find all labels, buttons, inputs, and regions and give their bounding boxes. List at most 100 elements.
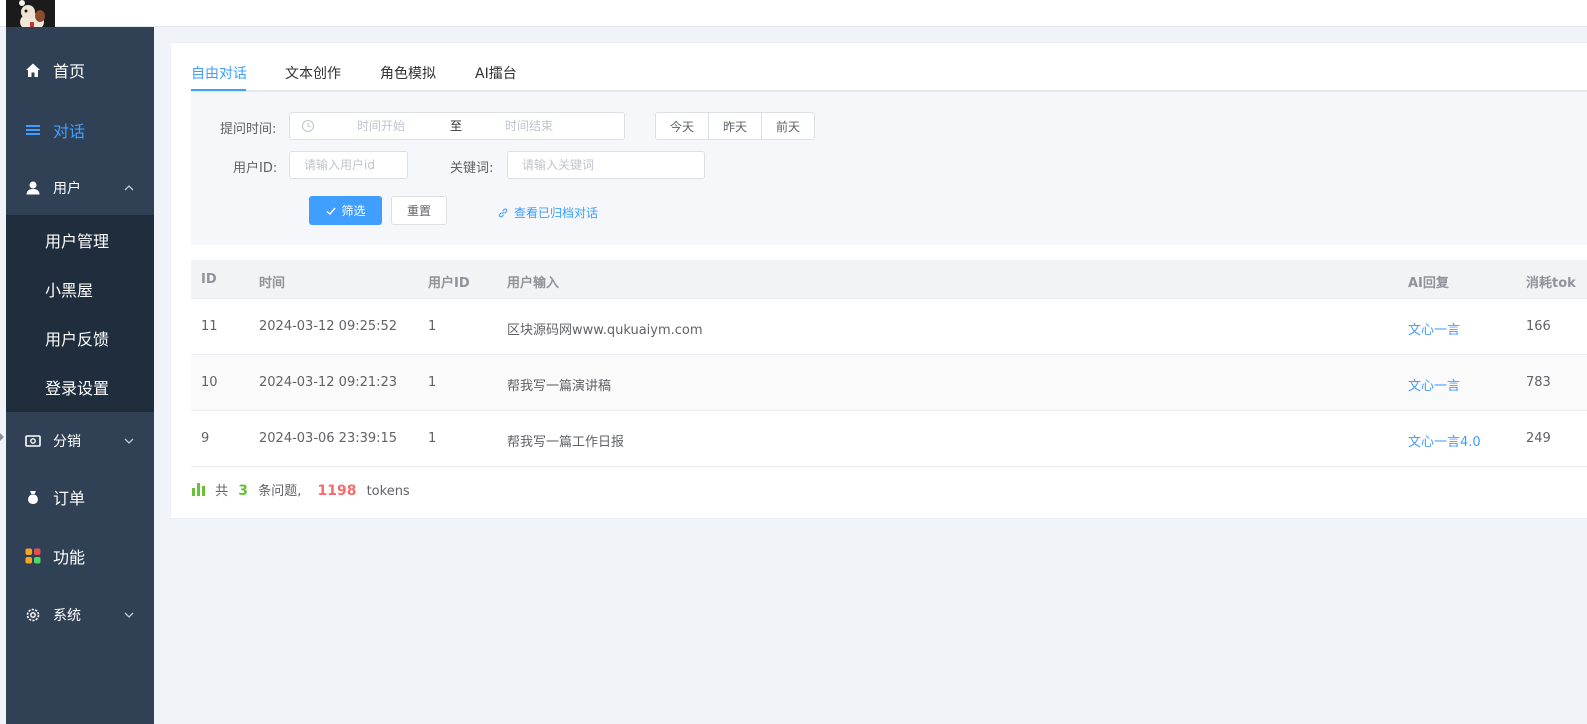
archived-dialog-link[interactable]: 查看已归档对话 xyxy=(497,204,598,221)
cell-time: 2024-03-12 09:21:23 xyxy=(259,375,398,390)
main-card: 自由对话 文本创作 角色模拟 AI擂台 提问时间: 时间开始 至 时间结束 今天… xyxy=(170,42,1587,519)
user-submenu: 用户管理 小黑屋 用户反馈 登录设置 xyxy=(6,215,154,412)
archived-link-label: 查看已归档对话 xyxy=(514,206,599,220)
token-total: 1198 xyxy=(317,483,357,499)
sidebar-item-dialog[interactable]: 对话 xyxy=(6,102,154,158)
cell-user-input: 帮我写一篇演讲稿 xyxy=(507,379,612,394)
cell-time: 2024-03-06 23:39:15 xyxy=(259,431,398,446)
sidebar-item-label: 分销 xyxy=(53,434,81,450)
clock-icon xyxy=(301,119,315,133)
time-range-picker[interactable]: 时间开始 至 时间结束 xyxy=(289,112,625,140)
cell-user-input: 区块源码网www.qukuaiym.com xyxy=(507,323,703,338)
logo-mascot-icon xyxy=(19,0,45,27)
cell-time: 2024-03-12 09:25:52 xyxy=(259,319,398,334)
sidebar-item-label: 订单 xyxy=(53,489,86,508)
sidebar-item-orders[interactable]: 订单 xyxy=(6,469,154,525)
sidebar-item-home[interactable]: 首页 xyxy=(6,42,154,98)
column-header-time[interactable]: 时间 xyxy=(259,272,285,291)
cell-ai-reply-link[interactable]: 文心一言4.0 xyxy=(1408,431,1481,450)
column-header-ai-reply[interactable]: AI回复 xyxy=(1408,272,1449,291)
sidebar-item-label: 功能 xyxy=(53,548,86,567)
money-icon xyxy=(25,435,41,447)
home-icon xyxy=(26,63,40,77)
today-button[interactable]: 今天 xyxy=(655,112,709,140)
sub-item-label: 登录设置 xyxy=(45,378,110,398)
question-count: 3 xyxy=(238,483,249,499)
sidebar-item-system[interactable]: 系统 xyxy=(6,587,154,643)
sidebar-collapse-handle[interactable] xyxy=(0,433,4,441)
cell-tokens: 783 xyxy=(1526,375,1551,390)
time-range-separator: 至 xyxy=(450,119,463,133)
tab-bar: 自由对话 文本创作 角色模拟 AI擂台 xyxy=(191,43,1587,92)
chevron-down-icon xyxy=(124,612,134,618)
top-bar xyxy=(0,0,1587,27)
sidebar-item-label: 首页 xyxy=(53,62,86,81)
sub-item-label: 用户管理 xyxy=(45,231,110,251)
cell-tokens: 166 xyxy=(1526,319,1551,334)
filter-button-label: 筛选 xyxy=(341,204,366,218)
summary-mid: 条问题, xyxy=(258,484,302,499)
cell-ai-reply-link[interactable]: 文心一言 xyxy=(1408,375,1460,394)
day-before-yesterday-button[interactable]: 前天 xyxy=(761,112,815,140)
time-start-placeholder[interactable]: 时间开始 xyxy=(357,113,405,139)
tab-role-play[interactable]: 角色模拟 xyxy=(380,63,436,83)
user-icon xyxy=(26,181,40,195)
cell-id: 9 xyxy=(201,431,210,446)
cell-user-id: 1 xyxy=(428,319,437,334)
yesterday-button[interactable]: 昨天 xyxy=(708,112,762,140)
sidebar-item-user-feedback[interactable]: 用户反馈 xyxy=(6,313,154,362)
sub-item-label: 小黑屋 xyxy=(45,280,94,300)
cell-tokens: 249 xyxy=(1526,431,1551,446)
keyword-input[interactable] xyxy=(507,151,705,179)
sidebar-item-user[interactable]: 用户 xyxy=(6,160,154,216)
sidebar-item-login-settings[interactable]: 登录设置 xyxy=(6,362,154,411)
table-row[interactable]: 9 2024-03-06 23:39:15 1 帮我写一篇工作日报 文心一言4.… xyxy=(191,411,1587,467)
column-header-tokens[interactable]: 消耗tok xyxy=(1526,272,1576,291)
chevron-up-icon xyxy=(124,185,134,191)
sidebar-item-user-management[interactable]: 用户管理 xyxy=(6,215,154,264)
sidebar-item-label: 用户 xyxy=(53,181,81,197)
check-icon xyxy=(327,207,337,215)
table-row[interactable]: 11 2024-03-12 09:25:52 1 区块源码网www.qukuai… xyxy=(191,299,1587,355)
table-summary: 共 3 条问题, 1198 tokens xyxy=(191,480,410,500)
gear-icon xyxy=(26,608,40,622)
money-bag-icon xyxy=(28,491,38,504)
reset-button[interactable]: 重置 xyxy=(391,196,447,225)
cell-user-input: 帮我写一篇工作日报 xyxy=(507,435,625,450)
quick-day-group: 今天 昨天 前天 xyxy=(655,112,815,140)
keyword-label: 关键词: xyxy=(450,161,494,176)
active-tab-indicator xyxy=(191,89,246,91)
sidebar-item-label: 系统 xyxy=(53,608,81,624)
link-icon xyxy=(498,208,508,217)
cell-ai-reply-link[interactable]: 文心一言 xyxy=(1408,319,1460,338)
filter-button[interactable]: 筛选 xyxy=(309,196,382,225)
chevron-down-icon xyxy=(124,438,134,444)
sidebar-item-features[interactable]: 功能 xyxy=(6,528,154,584)
sub-item-label: 用户反馈 xyxy=(45,329,110,349)
sidebar-item-distribution[interactable]: 分销 xyxy=(6,413,154,469)
table-row[interactable]: 10 2024-03-12 09:21:23 1 帮我写一篇演讲稿 文心一言 7… xyxy=(191,355,1587,411)
time-end-placeholder[interactable]: 时间结束 xyxy=(505,113,553,139)
logo[interactable] xyxy=(6,0,55,27)
sidebar-item-blacklist[interactable]: 小黑屋 xyxy=(6,264,154,313)
tab-text-creation[interactable]: 文本创作 xyxy=(285,63,341,83)
userid-label: 用户ID: xyxy=(233,161,278,176)
list-icon xyxy=(26,125,40,135)
column-header-user-id[interactable]: 用户ID xyxy=(428,272,470,291)
cell-user-id: 1 xyxy=(428,431,437,446)
cell-user-id: 1 xyxy=(428,375,437,390)
bar-chart-icon xyxy=(192,483,205,496)
column-header-user-input[interactable]: 用户输入 xyxy=(507,272,559,291)
tab-ai-arena[interactable]: AI擂台 xyxy=(475,63,517,83)
sidebar: 首页 对话 用户 用户管理 小黑屋 用户反馈 登录设置 分销 订单 功能 系统 xyxy=(6,27,154,724)
cell-id: 11 xyxy=(201,319,218,334)
userid-input[interactable] xyxy=(289,151,408,179)
summary-prefix: 共 xyxy=(215,484,229,499)
summary-suffix: tokens xyxy=(366,484,410,499)
time-label: 提问时间: xyxy=(220,122,277,137)
tab-free-dialog[interactable]: 自由对话 xyxy=(191,63,247,83)
column-header-id[interactable]: ID xyxy=(201,272,217,287)
filter-panel: 提问时间: 时间开始 至 时间结束 今天 昨天 前天 用户ID: 关键词: 筛选… xyxy=(191,92,1587,245)
table-header: ID 时间 用户ID 用户输入 AI回复 消耗tok xyxy=(191,260,1587,299)
cell-id: 10 xyxy=(201,375,218,390)
